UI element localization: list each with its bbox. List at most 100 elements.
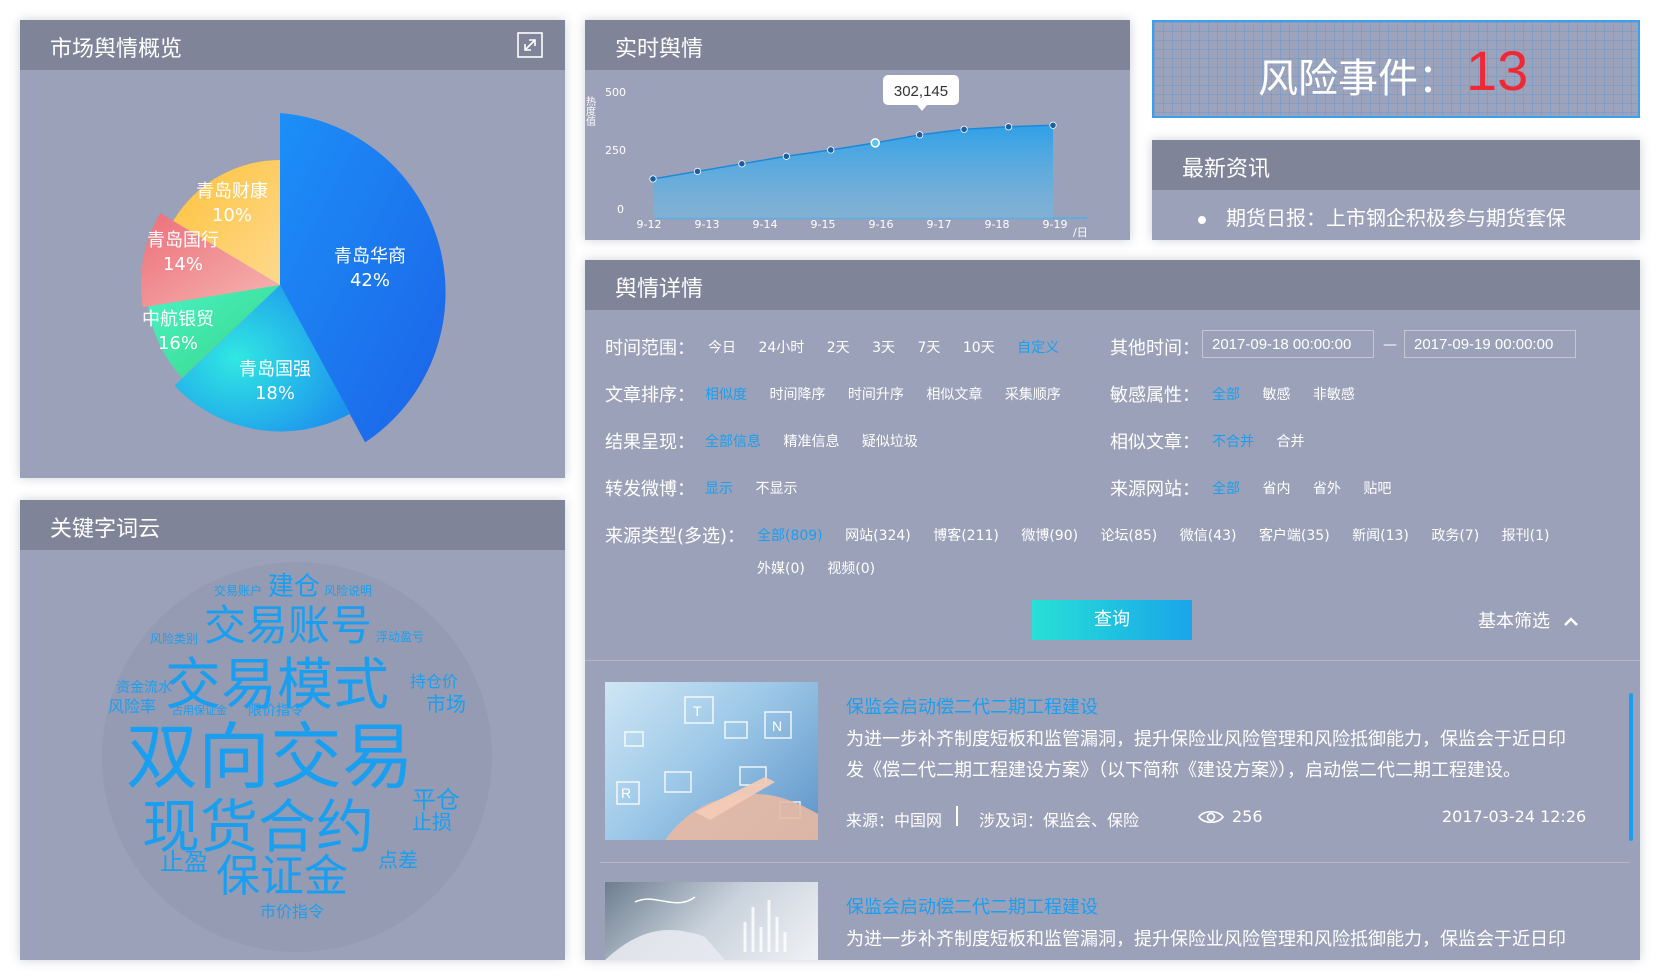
pie-label-zhonghang: 中航银贸 xyxy=(142,309,214,330)
pie-chart: 青岛华商 42% 青岛国强 18% 中航银贸 16% 青岛国行 14% 青岛财康… xyxy=(140,113,446,443)
source-option[interactable]: 视频(0) xyxy=(827,558,875,578)
tooltip-value: 302,145 xyxy=(894,83,948,100)
keyword[interactable]: 止损 xyxy=(412,806,452,835)
site-option-inprov[interactable]: 省内 xyxy=(1262,478,1290,498)
realtime-panel: 实时舆情 热度值 500 250 0 /日 9-12 9-13 9-14 9-15 9-… xyxy=(585,20,1130,240)
similar-option-nomerge[interactable]: 不合并 xyxy=(1212,431,1254,451)
data-point[interactable] xyxy=(827,146,835,154)
sensitive-option-yes[interactable]: 敏感 xyxy=(1262,384,1290,404)
data-point[interactable] xyxy=(870,138,880,148)
pie-pct-huashang: 42% xyxy=(350,270,390,291)
x-tick-label: 9-18 xyxy=(985,218,1010,231)
x-tick-label: 9-14 xyxy=(753,218,778,231)
source-option[interactable]: 博客(211) xyxy=(933,525,999,545)
y-tick: 250 xyxy=(605,144,626,157)
keyword[interactable]: 点差 xyxy=(378,844,418,873)
sensitive-option-all[interactable]: 全部 xyxy=(1212,384,1240,404)
sort-option-time-asc[interactable]: 时间升序 xyxy=(848,384,904,404)
site-option-outprov[interactable]: 省外 xyxy=(1313,478,1341,498)
news-item[interactable]: 期货日报：上市钢企积极参与期货套保 xyxy=(1198,202,1566,231)
query-button[interactable]: 查询 xyxy=(1032,600,1192,640)
article-divider xyxy=(600,862,1630,863)
time-option-today[interactable]: 今日 xyxy=(708,337,736,357)
pie-label-huashang: 青岛华商 xyxy=(334,246,406,267)
time-option-24h[interactable]: 24小时 xyxy=(758,337,804,357)
date-from-field[interactable]: 2017-09-18 00:00:00 xyxy=(1202,330,1374,358)
sort-option-time-desc[interactable]: 时间降序 xyxy=(769,384,825,404)
data-point[interactable] xyxy=(916,131,924,139)
panel-title: 舆情详情 xyxy=(615,277,704,302)
source-option[interactable]: 政务(7) xyxy=(1431,525,1479,545)
time-option-3d[interactable]: 3天 xyxy=(872,337,895,357)
article-keywords: 涉及词：保监会、保险 xyxy=(979,811,1140,830)
x-tick-label: 9-12 xyxy=(637,218,662,231)
pie-label-guohang: 青岛国行 xyxy=(147,230,219,251)
scrollbar[interactable] xyxy=(1629,693,1633,841)
article-thumbnail[interactable]: T N R xyxy=(605,682,818,840)
time-option-2d[interactable]: 2天 xyxy=(827,337,850,357)
article-views: 256 xyxy=(1232,807,1263,826)
news-text[interactable]: 期货日报：上市钢企积极参与期货套保 xyxy=(1226,206,1566,230)
result-option-spam[interactable]: 疑似垃圾 xyxy=(862,431,918,451)
source-option[interactable]: 新闻(13) xyxy=(1352,525,1409,545)
similar-option-merge[interactable]: 合并 xyxy=(1276,431,1304,451)
basic-filter-toggle[interactable]: 基本筛选 xyxy=(1478,607,1578,633)
keyword[interactable]: 保证金 xyxy=(216,840,348,904)
chevron-up-icon xyxy=(1563,617,1578,626)
data-point[interactable] xyxy=(649,175,657,183)
data-point[interactable] xyxy=(738,160,746,168)
date-separator: — xyxy=(1383,337,1397,353)
result-options: 全部信息 精准信息 疑似垃圾 xyxy=(705,431,936,451)
time-option-7d[interactable]: 7天 xyxy=(917,337,940,357)
sort-option-collect[interactable]: 采集顺序 xyxy=(1005,384,1061,404)
data-point[interactable] xyxy=(1004,123,1013,131)
source-option[interactable]: 微博(90) xyxy=(1021,525,1078,545)
source-option[interactable]: 报刊(1) xyxy=(1502,525,1550,545)
site-option-all[interactable]: 全部 xyxy=(1212,478,1240,498)
panel-title: 关键字词云 xyxy=(50,517,161,542)
keyword[interactable]: 止盈 xyxy=(160,842,208,877)
weibo-option-show[interactable]: 显示 xyxy=(705,478,733,498)
panel-header: 关键字词云 xyxy=(20,500,565,550)
panel-title: 最新资讯 xyxy=(1182,157,1271,182)
keyword-cloud-panel: 关键字词云 交易账户 建仓 风险说明 交易账号 风险类别 浮动盈亏 交易模式 持… xyxy=(20,500,565,960)
keyword[interactable]: 市价指令 xyxy=(260,898,324,922)
source-type-options: 全部(809) 网站(324) 博客(211) 微博(90) 论坛(85) 微信… xyxy=(757,525,1567,545)
source-option[interactable]: 微信(43) xyxy=(1180,525,1237,545)
data-point[interactable] xyxy=(960,125,968,133)
pie-pct-zhonghang: 16% xyxy=(158,333,198,354)
panel-title: 市场舆情概览 xyxy=(50,37,183,62)
article-title[interactable]: 保监会启动偿二代二期工程建设 xyxy=(846,693,1098,719)
pie-pct-caikang: 10% xyxy=(212,205,252,226)
result-option-precise[interactable]: 精准信息 xyxy=(783,431,839,451)
time-option-custom[interactable]: 自定义 xyxy=(1017,337,1059,357)
sort-option-similar[interactable]: 相似文章 xyxy=(926,384,982,404)
result-option-all[interactable]: 全部信息 xyxy=(705,431,761,451)
data-point[interactable] xyxy=(782,152,790,160)
sort-option-similarity[interactable]: 相似度 xyxy=(705,384,747,404)
sensitive-option-no[interactable]: 非敏感 xyxy=(1313,384,1355,404)
source-option[interactable]: 客户端(35) xyxy=(1259,525,1330,545)
article-body-line: 发《偿二代二期工程建设方案》（以下简称《建设方案》），启动偿二代二期工程建设。 xyxy=(846,760,1521,781)
data-point[interactable] xyxy=(693,167,702,175)
data-point[interactable] xyxy=(1049,121,1057,129)
keyword[interactable]: 市场 xyxy=(426,688,466,717)
time-option-10d[interactable]: 10天 xyxy=(963,337,995,357)
source-option[interactable]: 论坛(85) xyxy=(1101,525,1158,545)
risk-label: 风险事件： xyxy=(1258,56,1458,102)
site-option-tieba[interactable]: 贴吧 xyxy=(1363,478,1391,498)
source-option[interactable]: 网站(324) xyxy=(845,525,911,545)
x-tick-label: 9-15 xyxy=(811,218,836,231)
x-tick-label: 9-17 xyxy=(927,218,952,231)
article-thumbnail[interactable] xyxy=(605,882,818,960)
svg-text:N: N xyxy=(772,718,782,734)
article-title[interactable]: 保监会启动偿二代二期工程建设 xyxy=(846,893,1098,919)
source-option[interactable]: 外媒(0) xyxy=(757,558,805,578)
pie-label-caikang: 青岛财康 xyxy=(196,181,268,202)
risk-count[interactable]: 13 xyxy=(1466,38,1528,103)
date-to-field[interactable]: 2017-09-19 00:00:00 xyxy=(1404,330,1576,358)
source-option[interactable]: 全部(809) xyxy=(757,525,823,545)
latest-news-panel: 最新资讯 期货日报：上市钢企积极参与期货套保 xyxy=(1152,140,1640,240)
weibo-option-hide[interactable]: 不显示 xyxy=(755,478,797,498)
expand-icon[interactable] xyxy=(517,32,543,58)
